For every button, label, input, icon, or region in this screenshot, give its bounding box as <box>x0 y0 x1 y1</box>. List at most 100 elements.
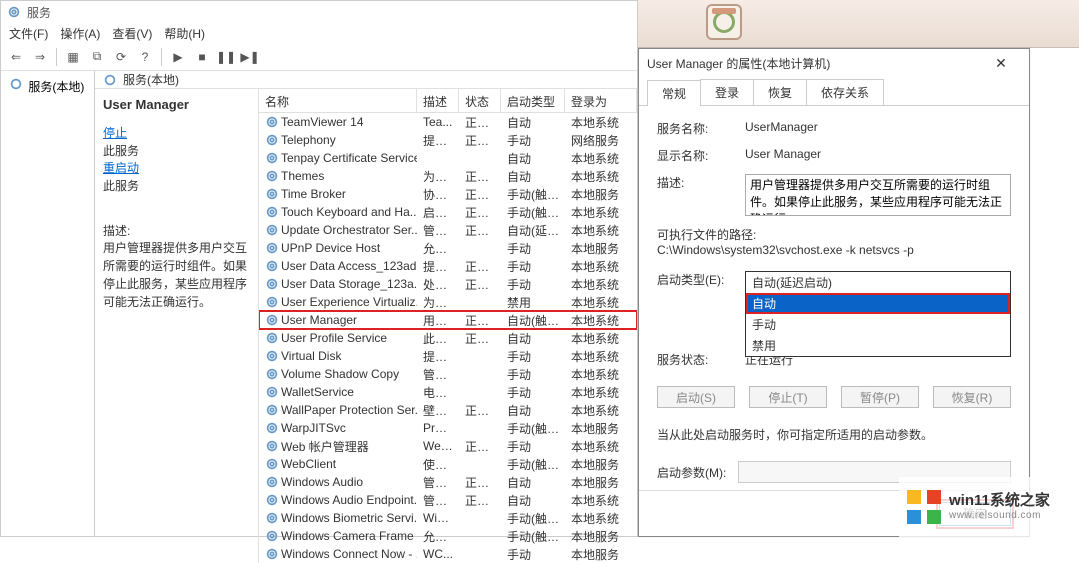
row-startup: 手动 <box>501 545 565 563</box>
table-row[interactable]: WebClient使基...手动(触发...本地服务 <box>259 455 637 473</box>
row-status: 正在... <box>459 185 501 204</box>
watermark-url: www.relsound.com <box>949 510 1050 522</box>
table-row[interactable]: User Manager用户...正在...自动(触发...本地系统 <box>259 311 637 329</box>
restart-service-link[interactable]: 重启动 <box>103 159 250 176</box>
restart-service-button[interactable]: ▶❚ <box>239 46 261 68</box>
table-row[interactable]: Web 帐户管理器Web...正在...手动本地系统 <box>259 437 637 455</box>
show-hide-button[interactable]: ▦ <box>62 46 84 68</box>
service-list: 名称 描述 状态 启动类型 登录为 TeamViewer 14Tea...正在.… <box>259 89 637 563</box>
table-row[interactable]: Update Orchestrator Ser...管理...正在...自动(延… <box>259 221 637 239</box>
table-row[interactable]: User Data Storage_123a...处理...正在...手动本地系… <box>259 275 637 293</box>
gear-icon <box>265 241 279 255</box>
row-name: Web 帐户管理器 <box>281 438 369 455</box>
row-startup: 手动(触发... <box>501 203 565 222</box>
back-button[interactable]: ⇐ <box>5 46 27 68</box>
stop-button[interactable]: 停止(T) <box>749 386 827 408</box>
col-desc[interactable]: 描述 <box>417 89 459 112</box>
row-logon: 本地系统 <box>565 329 637 348</box>
table-row[interactable]: WarpJITSvcProv...手动(触发...本地服务 <box>259 419 637 437</box>
menu-action[interactable]: 操作(A) <box>56 23 104 44</box>
row-name: Themes <box>281 169 324 183</box>
desktop-strip <box>638 0 1079 48</box>
table-row[interactable]: User Profile Service此服...正在...自动本地系统 <box>259 329 637 347</box>
row-status: 正在... <box>459 401 501 420</box>
row-desc: 启用... <box>417 203 459 222</box>
gear-icon <box>265 277 279 291</box>
start-button[interactable]: 启动(S) <box>657 386 735 408</box>
nav-root-item[interactable]: 服务(本地) <box>5 75 90 97</box>
table-row[interactable]: User Data Access_123ad...提供...正在...手动本地系… <box>259 257 637 275</box>
services-window: 服务 文件(F) 操作(A) 查看(V) 帮助(H) ⇐ ⇒ ▦ ⧉ ⟳ ? ▶… <box>0 0 638 537</box>
table-row[interactable]: Windows Biometric Servi...Win...手动(触发...… <box>259 509 637 527</box>
pause-button[interactable]: 暂停(P) <box>841 386 919 408</box>
table-row[interactable]: Tenpay Certificate Service自动本地系统 <box>259 149 637 167</box>
gear-icon <box>265 313 279 327</box>
row-name: WebClient <box>281 457 336 471</box>
table-row[interactable]: WalletService电子...手动本地系统 <box>259 383 637 401</box>
resume-button[interactable]: 恢复(R) <box>933 386 1011 408</box>
service-name-value: UserManager <box>745 120 1011 137</box>
startup-option[interactable]: 自动(延迟启动) <box>746 272 1010 293</box>
row-startup: 自动(触发... <box>501 311 565 330</box>
table-row[interactable]: UPnP Device Host允许...手动本地服务 <box>259 239 637 257</box>
gear-icon <box>265 385 279 399</box>
row-logon: 本地系统 <box>565 113 637 132</box>
startup-option[interactable]: 禁用 <box>746 335 1010 356</box>
table-row[interactable]: User Experience Virtualiz...为应...禁用本地系统 <box>259 293 637 311</box>
refresh-button[interactable]: ⟳ <box>110 46 132 68</box>
description-textarea[interactable] <box>745 174 1011 216</box>
row-startup: 自动 <box>501 401 565 420</box>
row-startup: 手动 <box>501 131 565 150</box>
tab-dependencies[interactable]: 依存关系 <box>806 79 884 105</box>
tab-general[interactable]: 常规 <box>647 80 701 106</box>
table-row[interactable]: Windows Audio管理...正在...自动本地服务 <box>259 473 637 491</box>
table-row[interactable]: Windows Connect Now - ...WC...手动本地服务 <box>259 545 637 563</box>
row-logon: 本地服务 <box>565 419 637 438</box>
menu-file[interactable]: 文件(F) <box>5 23 52 44</box>
tab-recovery[interactable]: 恢复 <box>753 79 807 105</box>
start-service-button[interactable]: ▶ <box>167 46 189 68</box>
col-startup[interactable]: 启动类型 <box>501 89 565 112</box>
table-row[interactable]: Time Broker协调...正在...手动(触发...本地服务 <box>259 185 637 203</box>
row-logon: 本地系统 <box>565 311 637 330</box>
table-row[interactable]: Touch Keyboard and Ha...启用...正在...手动(触发.… <box>259 203 637 221</box>
services-icon <box>7 5 21 19</box>
table-row[interactable]: Volume Shadow Copy管理...手动本地系统 <box>259 365 637 383</box>
tab-logon[interactable]: 登录 <box>700 79 754 105</box>
toolbar-separator <box>56 48 57 66</box>
table-row[interactable]: Virtual Disk提供...手动本地系统 <box>259 347 637 365</box>
col-logon[interactable]: 登录为 <box>565 89 637 112</box>
close-icon[interactable]: ✕ <box>981 55 1021 72</box>
row-desc: 管理... <box>417 221 459 240</box>
display-name-value: User Manager <box>745 147 1011 164</box>
row-name: Time Broker <box>281 187 346 201</box>
export-button[interactable]: ⧉ <box>86 46 108 68</box>
row-name: Telephony <box>281 133 336 147</box>
row-name: Windows Audio Endpoint... <box>281 493 417 507</box>
dialog-titlebar: User Manager 的属性(本地计算机) ✕ <box>639 49 1029 77</box>
stop-service-link[interactable]: 停止 <box>103 124 250 141</box>
row-desc: Web... <box>417 438 459 454</box>
col-status[interactable]: 状态 <box>459 89 501 112</box>
row-desc: 允许... <box>417 239 459 258</box>
table-row[interactable]: Telephony提供...正在...手动网络服务 <box>259 131 637 149</box>
menu-help[interactable]: 帮助(H) <box>160 23 209 44</box>
row-name: WalletService <box>281 385 354 399</box>
menu-view[interactable]: 查看(V) <box>108 23 156 44</box>
help-button[interactable]: ? <box>134 46 156 68</box>
table-row[interactable]: Windows Camera Frame ...允许...手动(触发...本地服… <box>259 527 637 545</box>
startup-option[interactable]: 手动 <box>746 314 1010 335</box>
exe-path-label: 可执行文件的路径: <box>657 226 1011 243</box>
table-row[interactable]: TeamViewer 14Tea...正在...自动本地系统 <box>259 113 637 131</box>
properties-dialog: User Manager 的属性(本地计算机) ✕ 常规 登录 恢复 依存关系 … <box>638 48 1030 537</box>
startup-option[interactable]: 自动 <box>746 293 1010 314</box>
pause-service-button[interactable]: ❚❚ <box>215 46 237 68</box>
col-name[interactable]: 名称 <box>259 89 417 112</box>
row-logon: 本地服务 <box>565 545 637 563</box>
forward-button[interactable]: ⇒ <box>29 46 51 68</box>
table-row[interactable]: Themes为用...正在...自动本地系统 <box>259 167 637 185</box>
stop-service-button[interactable]: ■ <box>191 46 213 68</box>
row-startup: 手动(触发... <box>501 527 565 546</box>
table-row[interactable]: Windows Audio Endpoint...管理...正在...自动本地系… <box>259 491 637 509</box>
table-row[interactable]: WallPaper Protection Ser...壁纸...正在...自动本… <box>259 401 637 419</box>
